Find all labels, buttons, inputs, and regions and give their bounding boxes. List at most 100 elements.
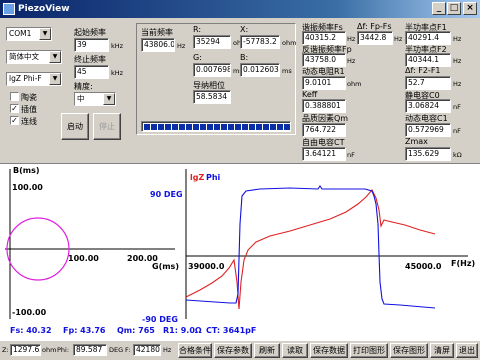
interpolate-checkbox[interactable]: ✓	[10, 104, 19, 113]
qm-value: 764.722	[302, 123, 346, 137]
phase-value: 58.5834	[193, 90, 231, 104]
charts-svg: B(ms) 100.00 -100.00 100.00 200.00 G(ms)…	[5, 166, 475, 335]
end-freq-label: 终止频率	[74, 55, 106, 64]
phi-value: 89.587	[73, 344, 107, 356]
df2-value: 52.7	[405, 76, 451, 90]
progress-segment	[221, 124, 227, 130]
progress-segment	[256, 124, 262, 130]
c1-unit: nF	[453, 127, 461, 135]
summary-fs: Fs: 40.32	[10, 326, 52, 335]
progress-segment	[144, 124, 150, 130]
b-value: 0.012603	[240, 63, 280, 77]
app-icon	[3, 3, 15, 15]
fp-unit: Hz	[347, 57, 356, 65]
display-mode-select[interactable]: lgZ Phi-F ▼	[6, 72, 62, 86]
admit-xtick-1: 100.00	[68, 254, 99, 263]
minimize-button[interactable]: _	[432, 2, 446, 15]
f-value: 42180	[133, 344, 161, 356]
progress-segment	[172, 124, 178, 130]
chevron-down-icon[interactable]: ▼	[49, 51, 61, 63]
x-value: -57783.2	[240, 35, 280, 49]
port-select[interactable]: COM1 ▼	[6, 27, 52, 41]
b-label: B:	[240, 53, 249, 62]
qualify-button[interactable]: 合格条件	[178, 343, 212, 358]
title-bar: PiezoView _ □ ×	[0, 0, 480, 18]
keff-value: 0.388801	[302, 99, 346, 113]
connect-checkbox[interactable]: ✓	[10, 116, 19, 125]
stop-button[interactable]: 停止	[93, 113, 121, 140]
progress-segment	[235, 124, 241, 130]
chevron-down-icon[interactable]: ▼	[49, 73, 61, 85]
ct-unit: nF	[347, 151, 355, 159]
z-value: 1297.65	[10, 344, 41, 356]
save-chart-button[interactable]: 保存图形	[390, 343, 428, 358]
progress-segment	[284, 124, 290, 130]
progress-segment	[200, 124, 206, 130]
start-freq-label: 起始频率	[74, 28, 106, 37]
start-freq-unit: kHz	[111, 42, 124, 50]
dfs-label: Δf: Fp-Fs	[357, 22, 392, 31]
clear-button[interactable]: 清屏	[430, 343, 454, 358]
summary-qm: Qm: 765	[117, 326, 155, 335]
c0-unit: nF	[453, 103, 461, 111]
end-freq-unit: kHz	[111, 69, 124, 77]
end-freq-input[interactable]: 45	[74, 65, 109, 79]
b-unit: ms	[282, 67, 292, 75]
chevron-down-icon[interactable]: ▼	[103, 93, 115, 105]
fs-unit: Hz	[347, 35, 356, 43]
exit-button[interactable]: 退出	[456, 343, 478, 358]
f-label: F:	[125, 346, 131, 354]
fp-value: 43758.0	[302, 53, 346, 67]
chevron-down-icon[interactable]: ▼	[39, 28, 51, 40]
start-freq-input[interactable]: 39	[74, 38, 109, 52]
freq-x-title: F(Hz)	[451, 259, 475, 268]
z-unit: ohm	[42, 346, 57, 354]
df2-label: Δf: F2-F1	[405, 66, 441, 75]
precision-select[interactable]: 中 ▼	[74, 92, 116, 106]
zmax-unit: kΩ	[453, 151, 462, 159]
progress-segment	[186, 124, 192, 130]
refresh-button[interactable]: 刷新	[254, 343, 280, 358]
connect-label: 连线	[21, 117, 37, 126]
progress-segment	[242, 124, 248, 130]
r1-value: 9.0101	[302, 76, 346, 90]
admit-ytick-bottom: -100.00	[12, 308, 47, 317]
save-data-button[interactable]: 保存数据	[310, 343, 348, 358]
progress-segment	[193, 124, 199, 130]
r1-unit: ohm	[347, 80, 362, 88]
summary-fp: Fp: 43.76	[63, 326, 106, 335]
progress-segment	[151, 124, 157, 130]
read-button[interactable]: 读取	[282, 343, 308, 358]
c0-value: 3.06824	[405, 99, 451, 113]
progress-segment	[228, 124, 234, 130]
language-select[interactable]: 简体中文 ▼	[6, 50, 62, 64]
zmax-label: Zmax	[405, 137, 428, 146]
f1-unit: Hz	[453, 35, 462, 43]
z-label: Z:	[2, 346, 9, 354]
admit-ytick-top: 100.00	[12, 183, 43, 192]
zmax-value: 135.629	[405, 147, 451, 161]
r-label: R:	[193, 25, 202, 34]
maximize-button[interactable]: □	[447, 2, 461, 15]
close-button[interactable]: ×	[463, 2, 477, 15]
cur-freq-label: 当前频率	[141, 28, 173, 37]
f-unit: Hz	[163, 346, 172, 354]
print-chart-button[interactable]: 打印图形	[350, 343, 388, 358]
progress-segment	[207, 124, 213, 130]
phi-label: Phi:	[57, 346, 70, 354]
progress-segment	[277, 124, 283, 130]
df2-unit: Hz	[453, 80, 462, 88]
save-params-button[interactable]: 保存参数	[214, 343, 252, 358]
cur-freq-value: 43806.0	[141, 38, 175, 52]
window-title: PiezoView	[18, 4, 70, 14]
x-unit: ohm	[282, 39, 297, 47]
start-button[interactable]: 启动	[61, 113, 89, 140]
ceramic-checkbox[interactable]	[10, 92, 19, 101]
phi-bottom-label: -90 DEG	[142, 315, 178, 324]
phi-title: Phi	[206, 173, 221, 182]
r-value: 35294	[193, 35, 231, 49]
progress-segment	[270, 124, 276, 130]
dfs-value: 3442.8	[357, 31, 393, 45]
fs-value: 40315.2	[302, 31, 346, 45]
progress-segment	[179, 124, 185, 130]
